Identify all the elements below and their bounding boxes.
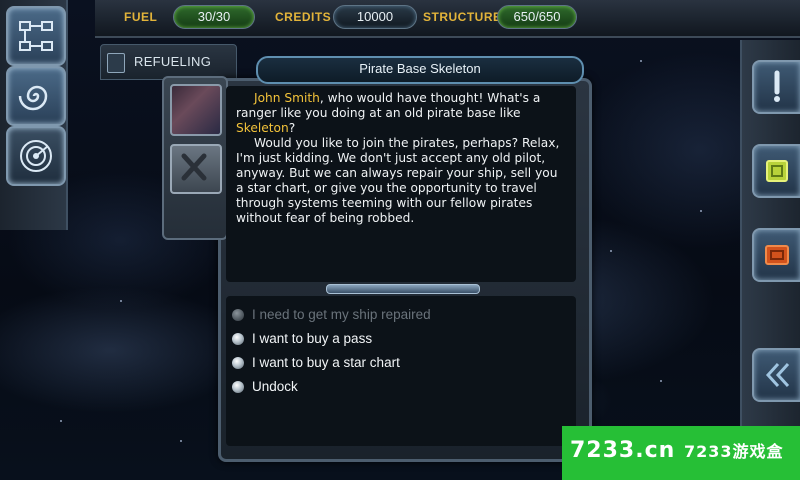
star xyxy=(660,380,662,382)
network-map-icon xyxy=(19,21,53,51)
dialog-title: Pirate Base Skeleton xyxy=(256,56,584,84)
dialog-text: John Smith, who would have thought! What… xyxy=(236,91,566,226)
close-button[interactable] xyxy=(170,144,222,194)
chip-icon xyxy=(766,160,788,182)
watermark-domain: 7233.cn xyxy=(570,438,676,463)
alerts-button[interactable] xyxy=(752,60,800,114)
option-label: I want to buy a star chart xyxy=(252,355,400,370)
equipment-button[interactable] xyxy=(752,144,800,198)
option-label: Undock xyxy=(252,379,298,394)
option-bullet-icon xyxy=(232,309,244,321)
option-bullet-icon xyxy=(232,381,244,393)
map-button[interactable] xyxy=(6,6,66,66)
dialog-line-1-end: ? xyxy=(288,121,296,135)
left-menu-panel xyxy=(0,0,68,230)
dialog-paragraph-2: Would you like to join the pirates, perh… xyxy=(236,136,560,225)
dialog-text-box: John Smith, who would have thought! What… xyxy=(226,86,576,282)
star xyxy=(640,60,642,62)
dialog-options: I need to get my ship repaired I want to… xyxy=(226,296,576,446)
credits-label: CREDITS xyxy=(275,10,332,24)
alert-exclamation-icon xyxy=(774,70,780,102)
game-screen: FUEL 30/30 CREDITS 10000 STRUCTURE 650/6… xyxy=(0,0,800,480)
fuel-can-icon xyxy=(107,53,125,73)
star xyxy=(180,440,182,442)
structure-value: 650/650 xyxy=(497,5,577,29)
site-watermark: 7233.cn 7233游戏盒 xyxy=(562,426,800,480)
star xyxy=(700,210,702,212)
back-chevrons-icon xyxy=(765,362,790,388)
option-label: I want to buy a pass xyxy=(252,331,373,346)
cargo-icon xyxy=(765,245,789,265)
option-label: I need to get my ship repaired xyxy=(252,307,431,322)
credits-value: 10000 xyxy=(333,5,417,29)
fuel-value: 30/30 xyxy=(173,5,255,29)
radar-icon xyxy=(20,140,52,172)
cargo-button[interactable] xyxy=(752,228,800,282)
status-bar: FUEL 30/30 CREDITS 10000 STRUCTURE 650/6… xyxy=(95,0,800,38)
base-name: Skeleton xyxy=(236,121,289,135)
close-x-icon xyxy=(181,153,207,181)
character-portrait xyxy=(170,84,222,136)
back-button[interactable] xyxy=(752,348,800,402)
galaxy-button[interactable] xyxy=(6,66,66,126)
option-bullet-icon xyxy=(232,357,244,369)
star xyxy=(610,250,612,252)
dialog-divider xyxy=(326,284,480,294)
speaker-name: John Smith xyxy=(254,91,320,105)
star xyxy=(120,300,122,302)
watermark-brand: 7233游戏盒 xyxy=(683,442,784,461)
radar-button[interactable] xyxy=(6,126,66,186)
option-bullet-icon xyxy=(232,333,244,345)
refueling-tab-label: REFUELING xyxy=(134,54,212,69)
structure-label: STRUCTURE xyxy=(423,10,502,24)
star xyxy=(60,420,62,422)
fuel-label: FUEL xyxy=(124,10,158,24)
dialog-side-column xyxy=(162,76,228,240)
refueling-tab[interactable]: REFUELING xyxy=(100,44,237,80)
right-menu-panel xyxy=(740,40,800,430)
galaxy-spiral-icon xyxy=(18,85,48,111)
